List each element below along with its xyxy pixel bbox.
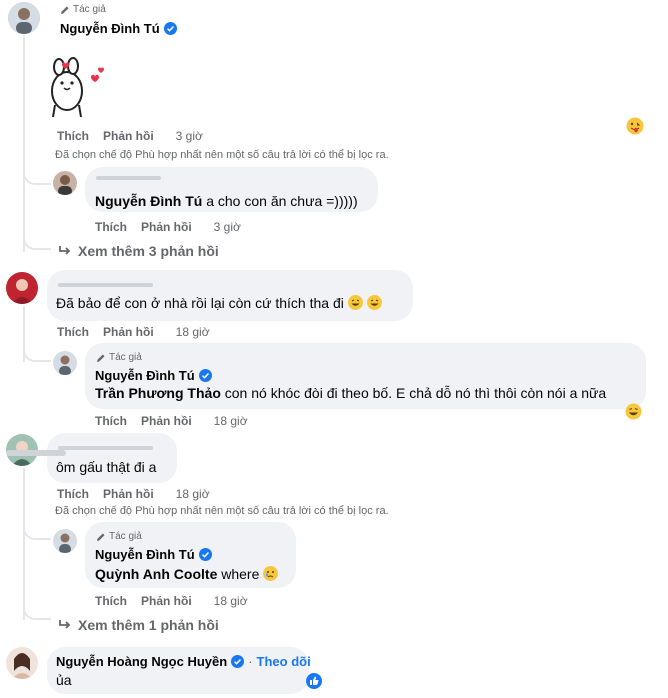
comment-actions: Thích Phản hồi 18 giờ [57,325,210,339]
reply-body: a cho con ăn chưa =))))) [202,193,358,209]
view-more-label[interactable]: Xem thêm 1 phản hồi [78,617,219,633]
reply-text: Quỳnh Anh Coolte where [95,566,279,582]
timestamp[interactable]: 18 giờ [214,414,248,428]
verified-badge-icon [198,369,212,382]
reply-body: where [217,566,260,582]
verified-badge-icon [163,22,177,35]
laughing-emoji-reaction-icon[interactable] [625,403,642,420]
author-tag-label: Tác giả [109,352,142,363]
like-button[interactable]: Thích [57,129,89,143]
bear-sticker [45,55,107,121]
commenter-name[interactable]: Nguyễn Đình Tú [60,21,177,36]
comment-actions: Thích Phản hồi 18 giờ [57,487,210,501]
filter-notice: Đã chọn chế độ Phù hợp nhất nên một số c… [55,149,389,161]
reply-text: Trần Phương Thảo con nó khóc đòi đi theo… [95,385,606,401]
author-tag: Tác giả [96,352,142,363]
timestamp[interactable]: 18 giờ [214,594,248,608]
mention[interactable]: Nguyễn Đình Tú [95,193,202,209]
avatar-author[interactable] [8,2,40,34]
pencil-icon [61,6,69,14]
avatar-author[interactable] [53,529,77,553]
timestamp[interactable]: 3 giờ [214,220,241,234]
commenter-name[interactable]: Nguyễn Đình Tú [95,368,212,383]
author-tag-label: Tác giả [109,531,142,542]
author-tag: Tác giả [60,4,106,15]
filter-notice: Đã chọn chế độ Phù hợp nhất nên một số c… [55,505,389,517]
crying-emoji-icon [263,566,279,581]
reply-button[interactable]: Phản hồi [103,129,154,143]
like-button[interactable]: Thích [95,220,127,234]
avatar-commenter[interactable] [6,272,38,304]
author-tag: Tác giả [96,531,142,542]
reply-button[interactable]: Phản hồi [141,220,192,234]
reply-button[interactable]: Phản hồi [103,325,154,339]
pencil-icon [97,533,105,541]
timestamp[interactable]: 18 giờ [176,325,210,339]
more-connector [23,600,51,620]
commenter-name[interactable]: Nguyễn Hoàng Ngọc Huyền · Theo dõi [56,654,311,669]
comment-bubble [47,433,177,483]
more-connector [23,230,51,250]
comment-body: Đã bảo để con ở nhà rồi lại còn cứ thích… [56,295,344,311]
commenter-name-text[interactable]: Nguyễn Đình Tú [95,368,195,383]
redacted-name-overlay [6,450,66,456]
view-more-replies[interactable]: Xem thêm 3 phản hồi [58,243,219,259]
thread-line [23,468,25,620]
redacted-name [58,446,153,450]
like-button[interactable]: Thích [95,414,127,428]
reply-actions: Thích Phản hồi 18 giờ [95,414,248,428]
comment-text: ủa [56,672,72,688]
reply-button[interactable]: Phản hồi [141,594,192,608]
commenter-name-text[interactable]: Nguyễn Đình Tú [60,21,160,36]
laughing-emoji-icon [366,295,382,310]
avatar-author[interactable] [53,351,77,375]
reply-button[interactable]: Phản hồi [103,487,154,501]
comment-actions: Thích Phản hồi 3 giờ [57,129,203,143]
comment-body: ôm gấu thật đi a [56,459,157,475]
commenter-name-text[interactable]: Nguyễn Hoàng Ngọc Huyền [56,654,227,669]
reply-connector [23,163,51,185]
follow-button[interactable]: Theo dõi [257,654,311,669]
commenter-name-text[interactable]: Nguyễn Đình Tú [95,547,195,562]
author-tag-label: Tác giả [73,4,106,15]
commenter-name[interactable]: Nguyễn Đình Tú [95,547,212,562]
reply-connector [23,342,51,362]
like-button[interactable]: Thích [95,594,127,608]
avatar-commenter[interactable] [6,647,38,679]
redacted-name [96,176,161,180]
laughing-emoji-icon [347,295,363,310]
avatar-replier[interactable] [53,171,77,195]
verified-badge-icon [231,655,245,668]
comment-body: ủa [56,672,72,688]
timestamp[interactable]: 18 giờ [176,487,210,501]
verified-badge-icon [198,548,212,561]
mention[interactable]: Trần Phương Thảo [95,385,221,401]
view-more-label[interactable]: Xem thêm 3 phản hồi [78,243,219,259]
reply-actions: Thích Phản hồi 18 giờ [95,594,248,608]
reply-body: con nó khóc đòi đi theo bố. E chả dỗ nó … [220,385,607,401]
redacted-name [58,283,153,287]
reply-actions: Thích Phản hồi 3 giờ [95,220,241,234]
reply-arrow-icon [59,620,71,629]
reply-arrow-icon [59,246,71,255]
pencil-icon [97,354,105,362]
reply-text: Nguyễn Đình Tú a cho con ăn chưa =))))) [95,193,358,209]
like-reaction-icon[interactable] [305,672,323,690]
reply-connector [23,520,51,540]
reply-button[interactable]: Phản hồi [141,414,192,428]
comment-text: Đã bảo để con ở nhà rồi lại còn cứ thích… [56,295,382,311]
thread-line [23,36,25,252]
like-button[interactable]: Thích [57,487,89,501]
comment-text: ôm gấu thật đi a [56,459,156,475]
tongue-emoji-reaction-icon[interactable] [626,117,644,135]
like-button[interactable]: Thích [57,325,89,339]
timestamp[interactable]: 3 giờ [176,129,203,143]
mention[interactable]: Quỳnh Anh Coolte [95,566,217,582]
view-more-replies[interactable]: Xem thêm 1 phản hồi [58,617,219,633]
